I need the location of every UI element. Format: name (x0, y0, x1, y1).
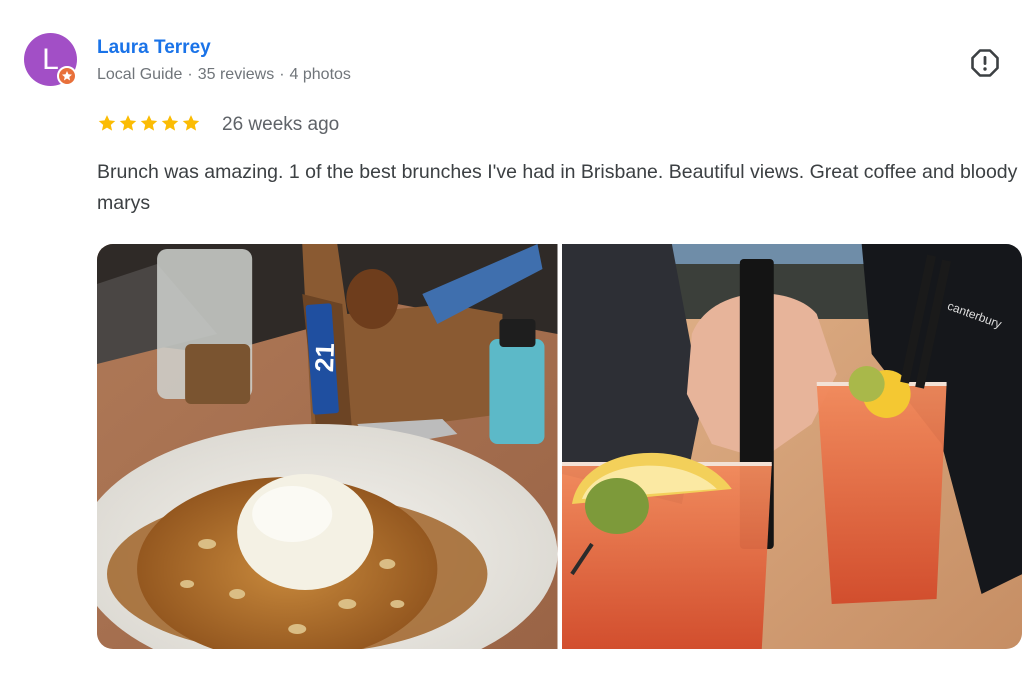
star-icon (161, 115, 179, 131)
local-guide-label: Local Guide (97, 66, 183, 83)
star-icon (182, 115, 200, 131)
meta-separator: · (187, 66, 193, 83)
report-button[interactable] (970, 48, 1000, 78)
author-meta: Local Guide · 35 reviews · 4 photos (97, 66, 351, 84)
avatar-initial: L (42, 43, 59, 76)
photo-count: 4 photos (289, 66, 351, 83)
table-number-text: 21 (309, 343, 340, 373)
waffle-with-ice-cream-photo: 21 (97, 244, 558, 649)
local-guide-badge-icon (57, 66, 77, 86)
review-text: Brunch was amazing. 1 of the best brunch… (97, 161, 1018, 214)
author-name-link[interactable]: Laura Terrey (97, 37, 211, 59)
star-icon (119, 115, 137, 131)
review-card: L Laura Terrey Local Guide · 35 reviews · 4 … (0, 0, 1024, 683)
star-rating (97, 113, 201, 133)
review-photos: 21 canterbury (97, 244, 1022, 649)
review-photo-cocktails[interactable]: canterbury (561, 244, 1022, 649)
bloody-mary-cocktails-photo: canterbury (561, 244, 1022, 649)
review-count: 35 reviews (197, 66, 275, 83)
star-icon (140, 115, 158, 131)
meta-separator: · (279, 66, 285, 83)
review-photo-waffle[interactable]: 21 (97, 244, 558, 649)
report-exclamation-icon (971, 49, 999, 77)
star-icon (98, 115, 116, 131)
review-time: 26 weeks ago (222, 114, 340, 135)
